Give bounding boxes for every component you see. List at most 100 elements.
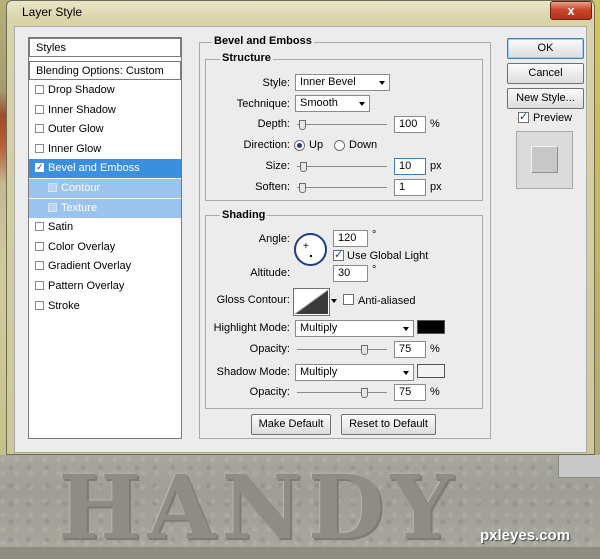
direction-down-label: Down	[349, 139, 378, 151]
preview-swatch	[531, 146, 558, 173]
style-item-inner-glow[interactable]: Inner Glow	[29, 140, 181, 159]
style-item-checkbox[interactable]	[35, 300, 44, 310]
style-select-value: Inner Bevel	[300, 76, 356, 88]
style-item-label: Contour	[61, 182, 101, 194]
style-item-drop-shadow[interactable]: Drop Shadow	[29, 81, 181, 100]
highlight-opacity-label: Opacity:	[249, 343, 290, 355]
style-item-gradient-overlay[interactable]: Gradient Overlay	[29, 257, 181, 276]
soften-label: Soften:	[255, 181, 290, 193]
title-bar[interactable]	[6, 0, 595, 24]
soften-input[interactable]: 1	[394, 179, 426, 196]
structure-title: Structure	[220, 52, 273, 64]
style-item-checkbox[interactable]: ✓	[35, 163, 44, 173]
altitude-input[interactable]: 30	[333, 265, 368, 282]
shadow-mode-select[interactable]: Multiply	[295, 364, 414, 381]
chevron-down-icon	[359, 102, 365, 106]
direction-label: Direction:	[243, 139, 290, 151]
style-item-checkbox[interactable]	[48, 183, 57, 192]
highlight-opacity-unit: %	[430, 343, 440, 355]
highlight-opacity-input[interactable]: 75	[394, 341, 426, 358]
shadow-opacity-thumb[interactable]	[360, 388, 368, 398]
style-item-label: Inner Glow	[48, 142, 102, 155]
preview-checkbox[interactable]	[518, 110, 529, 123]
size-label: Size:	[265, 160, 290, 172]
style-item-label: Drop Shadow	[48, 84, 115, 96]
style-item-checkbox[interactable]	[35, 222, 44, 232]
style-item-inner-shadow[interactable]: Inner Shadow	[29, 101, 181, 120]
technique-label: Technique:	[236, 98, 290, 110]
shadow-opacity-input[interactable]: 75	[394, 384, 426, 401]
window-title: Layer Style	[22, 5, 83, 19]
highlight-mode-select[interactable]: Multiply	[295, 320, 414, 337]
style-item-checkbox[interactable]	[35, 143, 44, 153]
altitude-unit: °	[372, 264, 377, 276]
angle-label: Angle:	[258, 233, 290, 245]
shading-title: Shading	[220, 209, 268, 221]
direction-down-radio[interactable]	[334, 140, 345, 151]
style-item-checkbox[interactable]	[35, 85, 44, 94]
close-button[interactable]: x	[550, 1, 592, 20]
soften-slider-track[interactable]	[297, 187, 387, 188]
depth-input[interactable]: 100	[394, 116, 426, 133]
anti-aliased-label: Anti-aliased	[358, 295, 416, 307]
contour-linear-icon	[294, 289, 329, 315]
angle-dial-center	[310, 255, 312, 257]
style-item-checkbox[interactable]	[48, 202, 57, 212]
make-default-button[interactable]: Make Default	[251, 414, 331, 435]
angle-dial[interactable]	[294, 233, 327, 266]
style-item-outer-glow[interactable]: Outer Glow	[29, 120, 181, 139]
style-item-pattern-overlay[interactable]: Pattern Overlay	[29, 277, 181, 296]
blending-options-item[interactable]: Blending Options: Custom	[29, 61, 181, 80]
style-item-label: Stroke	[48, 299, 80, 312]
highlight-opacity-thumb[interactable]	[360, 345, 368, 355]
highlight-color-swatch[interactable]	[417, 320, 445, 334]
use-global-light-checkbox[interactable]	[333, 248, 344, 261]
style-item-texture[interactable]: Texture	[29, 198, 181, 218]
depth-slider-track[interactable]	[297, 124, 387, 125]
gloss-contour-picker[interactable]	[293, 288, 330, 316]
ok-button[interactable]: OK	[507, 38, 584, 59]
soften-slider-thumb[interactable]	[298, 183, 306, 193]
use-global-light-label: Use Global Light	[347, 250, 429, 262]
shadow-opacity-label: Opacity:	[249, 386, 290, 398]
style-item-checkbox[interactable]	[35, 261, 44, 271]
direction-up-label: Up	[309, 139, 324, 151]
angle-unit: °	[372, 229, 377, 241]
reset-to-default-button[interactable]: Reset to Default	[341, 414, 436, 435]
chevron-down-icon	[403, 371, 409, 375]
style-item-label: Color Overlay	[48, 240, 116, 253]
style-item-checkbox[interactable]	[35, 124, 44, 134]
size-slider-track[interactable]	[297, 166, 387, 167]
gloss-contour-label: Gloss Contour:	[216, 294, 290, 306]
direction-up-radio[interactable]	[294, 140, 305, 151]
style-label: Style:	[262, 77, 290, 89]
size-slider-thumb[interactable]	[300, 162, 308, 172]
anti-aliased-checkbox[interactable]	[343, 294, 354, 305]
new-style-button[interactable]: New Style...	[507, 88, 584, 109]
size-input[interactable]: 10	[394, 158, 426, 175]
style-select[interactable]: Inner Bevel	[295, 74, 390, 91]
highlight-mode-label: Highlight Mode:	[213, 322, 290, 334]
style-item-checkbox[interactable]	[35, 241, 44, 251]
soften-unit: px	[430, 181, 442, 193]
style-item-checkbox[interactable]	[35, 281, 44, 290]
technique-select[interactable]: Smooth	[295, 95, 370, 112]
angle-input[interactable]: 120	[333, 230, 368, 247]
style-item-satin[interactable]: Satin	[29, 218, 181, 237]
styles-header[interactable]: Styles	[29, 38, 181, 57]
style-item-label: Inner Shadow	[48, 103, 116, 116]
style-item-label: Satin	[48, 221, 74, 234]
highlight-opacity-track[interactable]	[297, 349, 387, 350]
style-item-bevel-and-emboss[interactable]: ✓ Bevel and Emboss	[29, 159, 181, 179]
cancel-button[interactable]: Cancel	[507, 63, 584, 84]
style-item-stroke[interactable]: Stroke	[29, 297, 181, 316]
style-item-color-overlay[interactable]: Color Overlay	[29, 238, 181, 257]
style-item-contour[interactable]: Contour	[29, 179, 181, 198]
chevron-down-icon[interactable]	[331, 299, 337, 303]
style-item-checkbox[interactable]	[35, 104, 44, 114]
shadow-opacity-track[interactable]	[297, 392, 387, 393]
altitude-label: Altitude:	[250, 267, 290, 279]
depth-slider-thumb[interactable]	[298, 120, 306, 130]
preview-label: Preview	[533, 112, 573, 124]
shadow-color-swatch[interactable]	[417, 364, 445, 378]
